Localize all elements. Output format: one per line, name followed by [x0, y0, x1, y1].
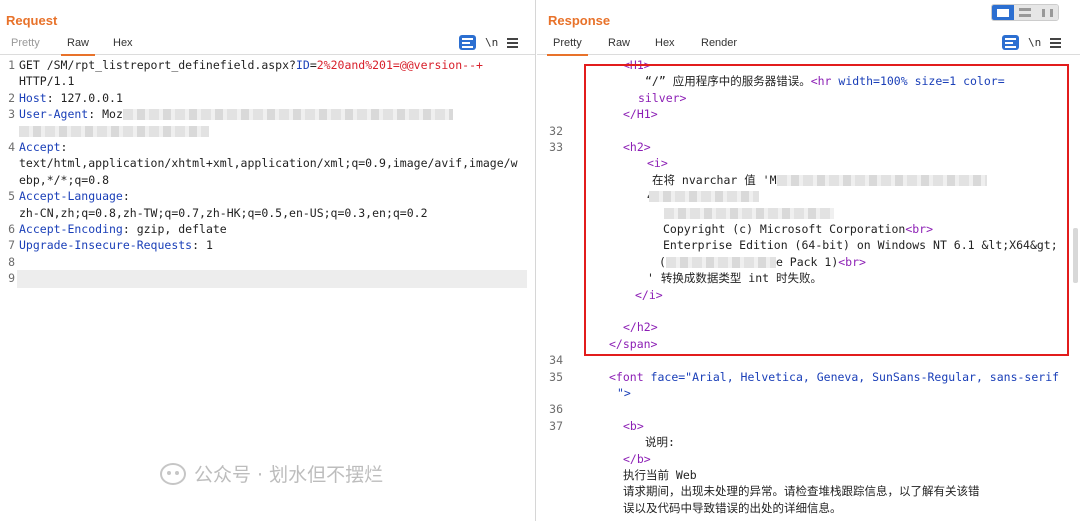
watermark: 公众号 · 划水但不摆烂: [160, 460, 383, 487]
code-token: :: [60, 140, 68, 154]
split-tabs-icon[interactable]: [1036, 5, 1058, 20]
code-token: Host: [19, 90, 47, 105]
code-token: <font: [609, 369, 651, 384]
code-line: text/html,application/xhtml+xml,applicat…: [19, 155, 518, 171]
redacted-text: [122, 109, 453, 121]
code-token: 2%20and%201=@@version--+: [316, 58, 483, 72]
line-number: 5: [8, 189, 15, 204]
code-token: : 127.0.0.1: [46, 90, 123, 105]
code-token: : Moz: [88, 107, 123, 122]
code-token: Accept-Encoding: [19, 222, 123, 236]
wechat-icon: [160, 462, 186, 485]
code-token: Accept-Language: [19, 189, 123, 204]
request-title: Request: [6, 13, 58, 28]
wrap-lines-icon[interactable]: [459, 35, 476, 50]
split-horizontal-icon[interactable]: [992, 5, 1014, 20]
code-token: 执行当前 Web: [623, 468, 697, 482]
code-token: : gzip, deflate: [122, 222, 227, 236]
response-tabs: Pretty Raw Hex Render: [537, 33, 1080, 56]
code-token: ebp,*/*;q=0.8: [19, 172, 110, 187]
line-number: 33: [549, 140, 563, 154]
code-line: <font face="Arial, Helvetica, Geneva, Su…: [609, 369, 1059, 385]
tab-pretty[interactable]: Pretty: [11, 37, 40, 49]
tab-hex[interactable]: Hex: [655, 37, 675, 49]
code-token: ID: [295, 58, 310, 72]
newline-toggle[interactable]: \n: [485, 36, 498, 49]
request-toolbar: \n: [459, 35, 519, 50]
code-line: Accept-Encoding: gzip, deflate: [19, 221, 227, 237]
menu-icon[interactable]: [507, 37, 519, 48]
response-pane: Response Pretty Raw Hex Render \n <H1> “/…: [537, 0, 1080, 521]
tab-pretty[interactable]: Pretty: [547, 37, 588, 56]
code-token: :: [122, 189, 130, 204]
code-token: ="Arial, Helvetica, Geneva, SunSans-Regu…: [678, 369, 1060, 384]
tab-render[interactable]: Render: [701, 37, 737, 49]
code-token: HTTP/1.1: [19, 74, 75, 89]
wrap-lines-icon[interactable]: [1002, 35, 1019, 50]
request-tabs: Pretty Raw Hex: [0, 33, 535, 56]
code-token: =: [309, 58, 317, 72]
watermark-text: 公众号 · 划水但不摆烂: [194, 464, 384, 486]
code-token: 请求期间，出现未处理的异常。请检查堆栈跟踪信息，以了解有关该错: [623, 484, 980, 499]
response-toolbar: \n: [1002, 35, 1062, 50]
line-number: 35: [549, 369, 563, 384]
code-line: 误以及代码中导致错误的出处的详细信息。: [623, 500, 842, 516]
code-token: GET /SM/rpt_listreport_definefield.aspx?: [19, 58, 296, 72]
line-number: 32: [549, 123, 563, 138]
code-line: </b>: [623, 451, 651, 467]
code-line: 请求期间，出现未处理的异常。请检查堆栈跟踪信息，以了解有关该错: [623, 483, 980, 499]
scrollbar-thumb[interactable]: [1073, 228, 1078, 283]
newline-toggle[interactable]: \n: [1028, 36, 1041, 49]
split-vertical-icon[interactable]: [1014, 5, 1036, 20]
code-line: 执行当前 Web: [623, 467, 697, 483]
line-number: 9: [8, 271, 15, 286]
code-token: zh-CN,zh;q=0.8,zh-TW;q=0.7,zh-HK;q=0.5,e…: [19, 205, 428, 220]
code-token: 误以及代码中导致错误的出处的详细信息。: [623, 500, 842, 515]
code-token: User-Agent: [19, 107, 89, 122]
code-line: zh-CN,zh;q=0.8,zh-TW;q=0.7,zh-HK;q=0.5,e…: [19, 205, 428, 221]
request-pane: Request Pretty Raw Hex \n 1 GET /SM/rpt_l…: [0, 0, 536, 521]
line-number: 37: [549, 418, 563, 433]
code-token: 说明:: [645, 435, 675, 450]
highlight-box: [584, 64, 1069, 356]
line-number: 6: [8, 222, 15, 236]
code-token: face: [650, 369, 679, 384]
response-title: Response: [548, 13, 611, 28]
code-line: User-Agent: Moz: [19, 106, 453, 122]
code-line: <b>: [623, 418, 644, 434]
code-token: Accept: [19, 140, 61, 154]
code-line: [19, 123, 209, 139]
code-token: text/html,application/xhtml+xml,applicat…: [19, 156, 518, 171]
redacted-text: [19, 125, 209, 137]
line-number: 4: [8, 140, 15, 154]
code-line: GET /SM/rpt_listreport_definefield.aspx?…: [19, 57, 483, 73]
code-line: Accept:: [19, 139, 67, 155]
code-line: Host: 127.0.0.1: [19, 90, 123, 106]
code-token: </b>: [623, 451, 651, 466]
code-token: : 1: [192, 238, 213, 253]
code-token: <b>: [623, 418, 644, 433]
line-number: 3: [8, 107, 15, 122]
line-number: 34: [549, 353, 563, 368]
layout-toggle[interactable]: [991, 4, 1059, 21]
line-number: 1: [8, 58, 15, 72]
code-token: Upgrade-Insecure-Requests: [19, 238, 193, 253]
code-line: ">: [617, 385, 631, 401]
tab-raw[interactable]: Raw: [60, 37, 96, 56]
tab-hex[interactable]: Hex: [113, 37, 133, 49]
line-number: 7: [8, 238, 15, 253]
line-number: 2: [8, 90, 15, 105]
menu-icon[interactable]: [1050, 37, 1062, 48]
tab-raw[interactable]: Raw: [608, 37, 630, 49]
code-line: 说明:: [645, 434, 675, 450]
code-line: HTTP/1.1: [19, 73, 74, 89]
code-line: Accept-Language:: [19, 188, 130, 204]
line-number: 36: [549, 402, 563, 417]
current-line-highlight: [17, 270, 527, 288]
code-line: ebp,*/*;q=0.8: [19, 172, 109, 188]
code-line: Upgrade-Insecure-Requests: 1: [19, 237, 213, 253]
code-token: ">: [617, 386, 631, 400]
line-number: 8: [8, 254, 15, 269]
